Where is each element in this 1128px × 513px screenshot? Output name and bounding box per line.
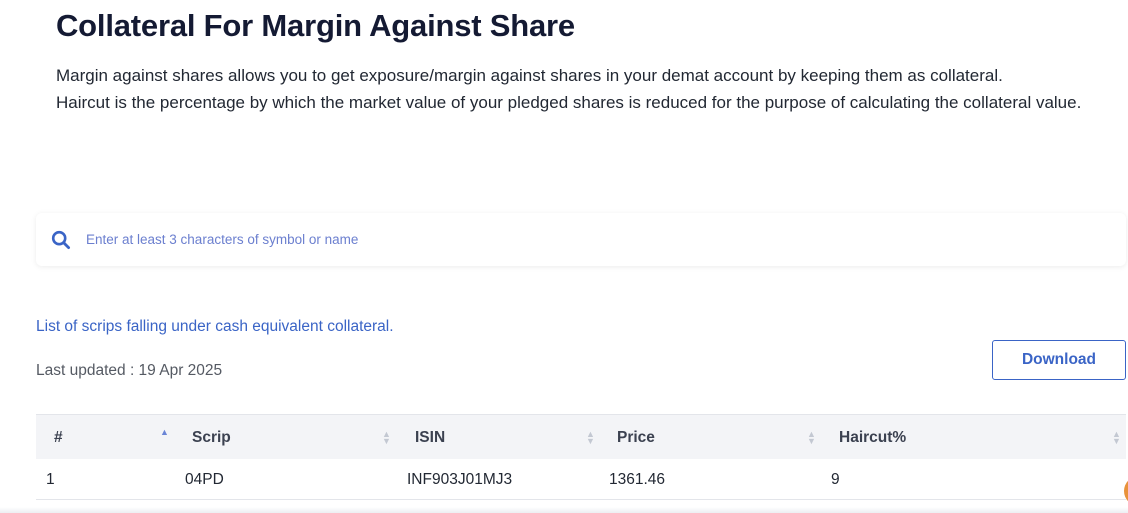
column-header-number[interactable]: # <box>54 415 63 460</box>
cell-isin: INF903J01MJ3 <box>407 470 513 488</box>
sort-icon[interactable]: ▲ ▼ <box>807 415 816 460</box>
search-icon[interactable] <box>51 230 71 250</box>
cell-number: 1 <box>46 470 55 488</box>
column-header-price[interactable]: Price <box>617 415 655 460</box>
download-button[interactable]: Download <box>992 340 1126 380</box>
page-title: Collateral For Margin Against Share <box>56 8 575 43</box>
cash-equivalent-scrips-link[interactable]: List of scrips falling under cash equiva… <box>36 318 394 336</box>
column-header-haircut[interactable]: Haircut% <box>839 415 906 460</box>
column-header-scrip[interactable]: Scrip <box>192 415 231 460</box>
table-header: # ▲ Scrip ▲ ▼ ISIN ▲ ▼ Price ▲ ▼ Haircut% ▲… <box>36 414 1126 459</box>
sort-icon[interactable]: ▲ ▼ <box>382 415 391 460</box>
intro-text: Margin against shares allows you to get … <box>56 62 1116 116</box>
cell-haircut: 9 <box>831 470 840 488</box>
search-input[interactable] <box>86 232 986 247</box>
cell-scrip: 04PD <box>185 470 224 488</box>
sort-icon[interactable]: ▲ ▼ <box>1112 415 1121 460</box>
last-updated: Last updated : 19 Apr 2025 <box>36 362 223 379</box>
intro-line-1: Margin against shares allows you to get … <box>56 66 1003 85</box>
sort-asc-icon[interactable]: ▲ <box>160 415 169 460</box>
table-row[interactable]: 1 04PD INF903J01MJ3 1361.46 9 <box>36 459 1126 500</box>
intro-line-2: Haircut is the percentage by which the m… <box>56 93 1082 112</box>
bottom-divider <box>0 507 1128 513</box>
search-box[interactable] <box>36 213 1126 266</box>
sort-icon[interactable]: ▲ ▼ <box>586 415 595 460</box>
cell-price: 1361.46 <box>609 470 666 488</box>
column-header-isin[interactable]: ISIN <box>415 415 445 460</box>
